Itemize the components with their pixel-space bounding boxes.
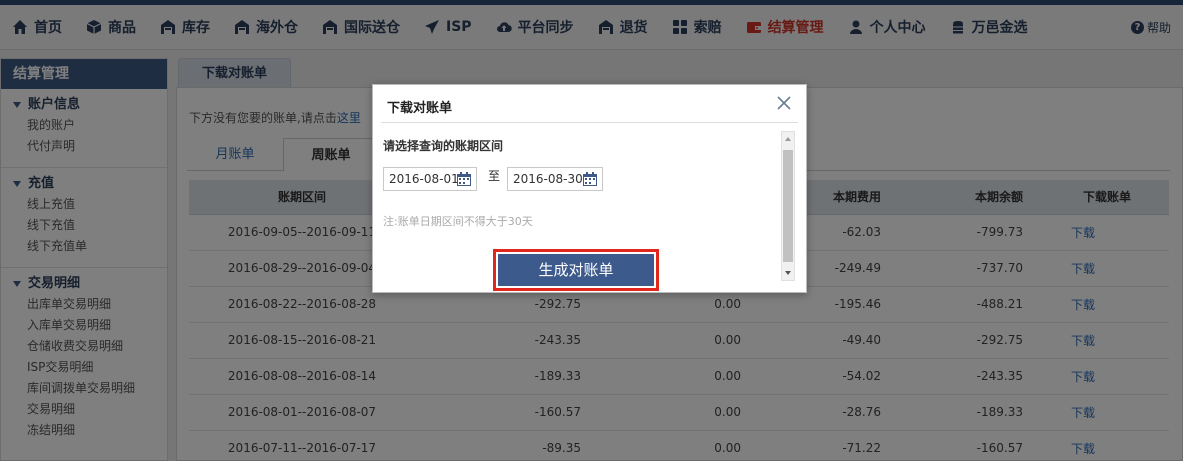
calendar-icon[interactable] [582,171,598,187]
dialog-body: 请选择查询的账期区间 2016-08-01 至 2016-08-30 注:账单日… [383,131,778,291]
download-statement-dialog: 下载对账单 请选择查询的账期区间 2016-08-01 至 2016-08-30… [372,84,807,293]
period-label: 请选择查询的账期区间 [383,139,504,153]
generate-statement-button[interactable]: 生成对账单 [493,249,659,291]
start-date-value: 2016-08-01 [389,172,459,186]
close-icon[interactable] [776,95,792,111]
end-date-value: 2016-08-30 [513,172,583,186]
dialog-scrollbar[interactable] [781,131,795,281]
dialog-header: 下载对账单 [381,85,798,123]
to-label: 至 [488,169,501,183]
scroll-up-arrow-icon[interactable] [785,137,791,141]
scrollbar-thumb[interactable] [783,150,793,262]
scroll-down-arrow-icon[interactable] [785,271,791,275]
end-date-input[interactable]: 2016-08-30 [507,167,603,191]
dialog-title: 下载对账单 [387,101,453,116]
start-date-input[interactable]: 2016-08-01 [383,167,477,191]
note-text: 注:账单日期区间不得大于30天 [383,215,533,228]
calendar-icon[interactable] [456,171,472,187]
